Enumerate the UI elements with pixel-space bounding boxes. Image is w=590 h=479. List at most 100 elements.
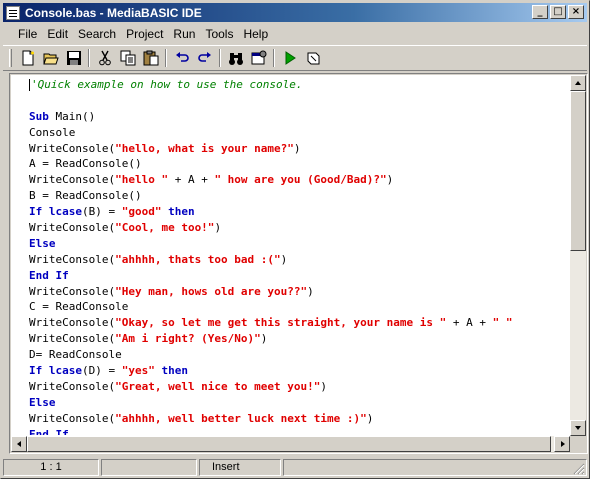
vertical-scrollbar[interactable] [570,75,586,436]
vertical-scroll-thumb[interactable] [570,91,586,251]
code-line[interactable]: WriteConsole("ahhhh, thats too bad :(") [29,252,574,268]
menu-help[interactable]: Help [238,25,273,43]
menu-tools[interactable]: Tools [200,25,238,43]
stop-icon[interactable] [301,47,324,69]
undo-icon[interactable] [170,47,193,69]
code-token: "hello, what is your name?" [115,141,294,155]
code-token: "Okay, so let me get this straight, your… [115,316,447,330]
scroll-right-button[interactable] [554,436,570,452]
code-area[interactable]: 'Quick example on how to use the console… [29,77,574,435]
code-token: A = ReadConsole() [29,157,142,171]
code-token: (B) = [81,205,122,219]
code-line[interactable]: 'Quick example on how to use the console… [29,77,574,93]
code-token: WriteConsole( [29,411,116,425]
code-line[interactable]: If lcase(B) = "good" then [29,204,574,220]
code-token: Else [29,236,56,250]
code-line[interactable]: End If [29,268,574,284]
code-token: C = ReadConsole [29,300,129,314]
code-line[interactable]: WriteConsole("hello " + A + " how are yo… [29,172,574,188]
code-line[interactable]: C = ReadConsole [29,299,574,315]
open-folder-icon[interactable] [39,47,62,69]
paste-icon[interactable] [139,47,162,69]
menu-project[interactable]: Project [121,25,168,43]
run-play-icon[interactable] [278,47,301,69]
code-line[interactable]: WriteConsole("Okay, so let me get this s… [29,315,574,331]
code-line[interactable]: Else [29,395,574,411]
scroll-down-button[interactable] [570,420,586,436]
title-bar[interactable]: Console.bas - MediaBASIC IDE _ □ × [3,3,587,22]
code-token: "good" [121,205,162,219]
code-line[interactable]: Else [29,236,574,252]
code-token: Sub [29,109,49,123]
resize-grip-icon[interactable] [573,463,585,475]
app-icon[interactable] [6,5,20,20]
code-token: "Am i right? (Yes/No)" [115,332,261,346]
code-token: End If [29,427,69,435]
menu-edit[interactable]: Edit [42,25,73,43]
new-file-icon[interactable] [16,47,39,69]
code-token: then [161,364,188,378]
code-line[interactable]: WriteConsole("Great, well nice to meet y… [29,379,574,395]
code-line[interactable]: A = ReadConsole() [29,156,574,172]
find-binoculars-icon[interactable] [224,47,247,69]
code-token: If lcase [29,205,82,219]
code-token: ) [214,221,222,235]
cut-icon[interactable] [93,47,116,69]
menu-file[interactable]: File [13,25,42,43]
code-line[interactable]: B = ReadConsole() [29,188,574,204]
code-line[interactable]: Sub Main() [29,109,574,125]
scroll-left-button[interactable] [11,436,27,452]
code-token: + A + [446,316,493,330]
redo-icon[interactable] [193,47,216,69]
properties-icon[interactable] [247,47,270,69]
code-token: (D) = [81,364,122,378]
status-spare-panel [283,458,587,476]
maximize-button[interactable]: □ [550,5,566,19]
code-token: ) [307,284,314,298]
code-line[interactable]: WriteConsole("Hey man, hows old are you?… [29,284,574,300]
code-token: "ahhhh, well better luck next time :)" [115,411,367,425]
code-editor[interactable]: 'Quick example on how to use the console… [9,73,588,454]
save-disk-icon[interactable] [62,47,85,69]
code-line[interactable]: D= ReadConsole [29,347,574,363]
code-token: B = ReadConsole() [29,189,142,203]
toolbar-grip[interactable] [9,49,12,67]
horizontal-scroll-thumb[interactable] [27,436,551,452]
menu-search[interactable]: Search [73,25,121,43]
code-token: ) [280,252,288,266]
code-line[interactable]: WriteConsole("ahhhh, well better luck ne… [29,411,574,427]
code-token: then [168,205,195,219]
horizontal-scrollbar[interactable] [11,436,570,452]
toolbar-separator [165,49,167,67]
copy-icon[interactable] [116,47,139,69]
code-line[interactable]: End If [29,427,574,435]
code-token: "Hey man, hows old are you??" [115,284,308,298]
code-token: WriteConsole( [29,173,116,187]
ide-window: Console.bas - MediaBASIC IDE _ □ × File … [0,0,590,479]
window-controls: _ □ × [530,5,584,19]
code-line[interactable]: WriteConsole("Am i right? (Yes/No)") [29,331,574,347]
minimize-button[interactable]: _ [532,5,548,19]
editor-surface[interactable]: 'Quick example on how to use the console… [11,75,586,452]
code-token: "yes" [121,364,155,378]
code-token: WriteConsole( [29,284,116,298]
code-token: Console [29,125,76,139]
code-line[interactable]: WriteConsole("hello, what is your name?"… [29,141,574,157]
code-line[interactable] [29,93,574,109]
code-token: D= ReadConsole [29,348,122,362]
code-token: "ahhhh, thats too bad :(" [115,252,281,266]
status-insert-mode: Insert [199,458,281,476]
code-line[interactable]: If lcase(D) = "yes" then [29,363,574,379]
code-line[interactable]: WriteConsole("Cool, me too!") [29,220,574,236]
code-token: "Cool, me too!" [115,221,215,235]
scroll-up-button[interactable] [570,75,586,91]
status-cursor-position: 1 : 1 [3,458,99,476]
toolbar-separator [219,49,221,67]
menu-run[interactable]: Run [168,25,200,43]
code-line[interactable]: Console [29,125,574,141]
code-token: ) [386,173,394,187]
code-token: ) [260,332,268,346]
code-token: WriteConsole( [29,379,116,393]
close-button[interactable]: × [568,5,584,19]
code-token: 'Quick example on how to use the console… [31,78,303,91]
